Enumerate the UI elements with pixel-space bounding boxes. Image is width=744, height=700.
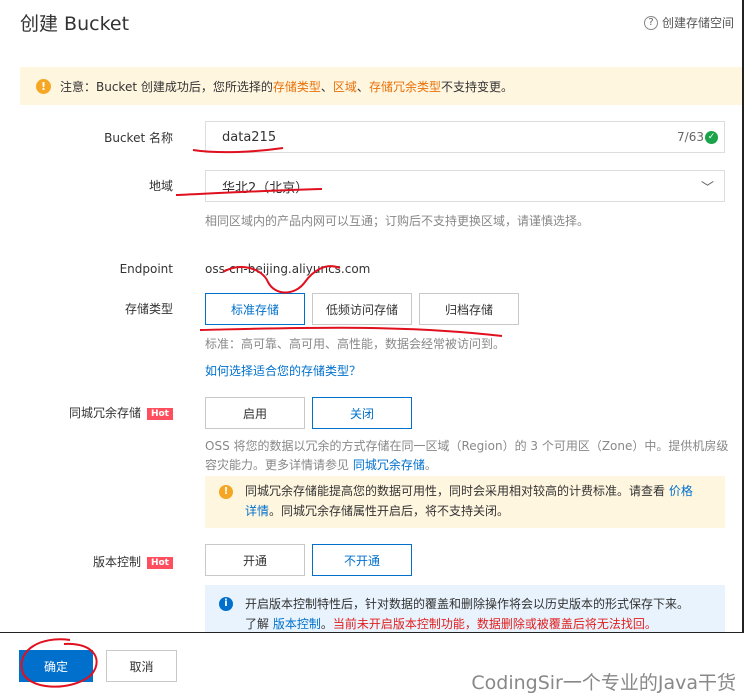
- endpoint-label: Endpoint: [119, 262, 173, 276]
- create-bucket-panel: 创建 Bucket ? 创建存储空间 ! 注意：Bucket 创建成功后，您所选…: [0, 0, 744, 700]
- pricing-link[interactable]: 价格: [669, 484, 693, 498]
- notice-highlight-redundancy: 存储冗余类型: [368, 79, 441, 94]
- storage-class-label: 存储类型: [124, 302, 173, 316]
- notice-highlight-region: 区域: [332, 79, 357, 94]
- zone-redundancy-desc-line-1: OSS 将您的数据以冗余的方式存储在同一区域（Region）的 3 个可用区（Z…: [205, 439, 729, 453]
- region-select[interactable]: 华北2（北京） ﹀: [205, 170, 725, 202]
- notice-prefix: 注意：Bucket 创建成功后，您所选择的: [60, 79, 273, 94]
- bucket-name-value: data215: [222, 129, 277, 145]
- versioning-label-row: 版本控制 Hot: [50, 553, 173, 570]
- region-label: 地域: [148, 179, 173, 193]
- zone-redundancy-label: 同城冗余存储: [68, 406, 141, 420]
- bucket-name-label: Bucket 名称: [104, 131, 173, 145]
- check-icon: ✓: [705, 130, 718, 144]
- panel-header: 创建 Bucket ? 创建存储空间: [0, 0, 744, 46]
- notice-sep-1: 、: [320, 79, 333, 94]
- bucket-name-input[interactable]: data215 7/63 ✓: [205, 121, 725, 153]
- region-value: 华北2（北京）: [222, 180, 309, 196]
- cancel-button[interactable]: 取消: [106, 650, 177, 682]
- bucket-name-counter: 7/63 ✓: [677, 130, 718, 144]
- help-circle-icon: ?: [643, 15, 658, 30]
- notice-suffix: 不支持变更。: [440, 79, 513, 94]
- versioning-doc-link[interactable]: 版本控制: [273, 617, 321, 631]
- zone-redundancy-label-row: 同城冗余存储 Hot: [50, 404, 173, 421]
- watermark: CodingSir一个专业的Java干货: [471, 672, 736, 694]
- storage-class-standard-button[interactable]: 标准存储: [205, 293, 305, 325]
- versioning-warning-text: 当前未开启版本控制功能，数据删除或被覆盖后将无法找回。: [332, 617, 657, 631]
- zone-redundancy-warning: ! 同城冗余存储能提高您的数据可用性，同时会采用相对较高的计费标准。请查看 价格…: [205, 476, 725, 528]
- warning-icon: !: [219, 485, 233, 499]
- region-hint: 相同区域内的产品内网可以互通；订购后不支持更换区域，请谨慎选择。: [205, 214, 590, 228]
- storage-class-help-link[interactable]: 如何选择适合您的存储类型？: [205, 362, 361, 379]
- endpoint-value: oss-cn-beijing.aliyuncs.com: [205, 262, 371, 276]
- versioning-info: i 开启版本控制特性后，针对数据的覆盖和删除操作将会以历史版本的形式保存下来。 …: [205, 585, 725, 633]
- chevron-down-icon: ﹀: [700, 181, 714, 196]
- zone-redundancy-enable-button[interactable]: 启用: [205, 397, 305, 429]
- help-link-label: 创建存储空间: [661, 16, 734, 30]
- notice-highlight-storage-class: 存储类型: [272, 79, 321, 94]
- storage-class-archive-button[interactable]: 归档存储: [419, 293, 519, 325]
- info-icon: i: [219, 597, 233, 611]
- warning-notice: ! 注意：Bucket 创建成功后，您所选择的 存储类型 、 区域 、 存储冗余…: [20, 67, 742, 105]
- pricing-details-link[interactable]: 详情: [245, 504, 269, 518]
- zone-redundancy-desc-line-2: 容灾能力。更多详情请参见 同城冗余存储。: [205, 458, 437, 472]
- hot-badge: Hot: [146, 556, 173, 569]
- versioning-enable-button[interactable]: 开通: [205, 544, 305, 576]
- counter-text: 7/63: [677, 130, 704, 144]
- zone-redundancy-doc-link[interactable]: 同城冗余存储: [353, 458, 425, 472]
- versioning-disable-button[interactable]: 不开通: [312, 544, 412, 576]
- zone-redundancy-disable-button[interactable]: 关闭: [312, 397, 412, 429]
- hot-badge: Hot: [146, 407, 173, 420]
- storage-class-hint: 标准：高可靠、高可用、高性能，数据会经常被访问到。: [205, 337, 506, 351]
- warning-icon: !: [36, 78, 51, 94]
- notice-sep-2: 、: [356, 79, 369, 94]
- help-link[interactable]: ? 创建存储空间: [643, 14, 734, 31]
- versioning-label: 版本控制: [92, 555, 141, 569]
- confirm-button[interactable]: 确定: [19, 650, 93, 682]
- zone-redundancy-desc: OSS 将您的数据以冗余的方式存储在同一区域（Region）的 3 个可用区（Z…: [205, 437, 730, 475]
- storage-class-ia-button[interactable]: 低频访问存储: [312, 293, 412, 325]
- page-title: 创建 Bucket: [20, 13, 130, 35]
